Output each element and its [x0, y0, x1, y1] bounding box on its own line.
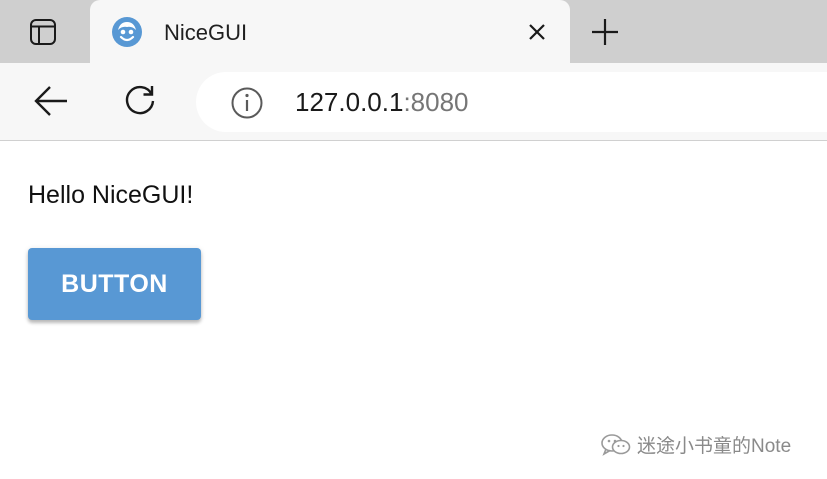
browser-toolbar: 127.0.0.1:8080	[0, 63, 827, 141]
watermark-text: 迷途小书童的Note	[637, 436, 792, 457]
url-port: :8080	[403, 87, 469, 117]
back-arrow-icon[interactable]	[33, 83, 69, 119]
tab-actions-icon[interactable]	[26, 15, 60, 49]
info-icon[interactable]	[230, 86, 264, 120]
tab-active[interactable]: NiceGUI	[90, 0, 570, 63]
primary-button[interactable]: BUTTON	[28, 248, 201, 320]
wechat-icon	[601, 433, 631, 456]
new-tab-icon[interactable]	[590, 17, 620, 47]
page-content: Hello NiceGUI! BUTTON 迷途小书童的Note	[0, 141, 827, 479]
nicegui-favicon-icon	[111, 16, 143, 48]
tab-title: NiceGUI	[164, 20, 248, 45]
address-bar[interactable]: 127.0.0.1:8080	[196, 72, 827, 132]
greeting-label: Hello NiceGUI!	[28, 181, 194, 209]
watermark: 迷途小书童的Note	[600, 431, 791, 458]
url-host: 127.0.0.1	[295, 87, 404, 117]
tab-strip: NiceGUI	[0, 0, 827, 63]
reload-icon[interactable]	[122, 83, 158, 119]
url-text: 127.0.0.1:8080	[295, 87, 469, 118]
close-icon[interactable]	[526, 21, 548, 43]
